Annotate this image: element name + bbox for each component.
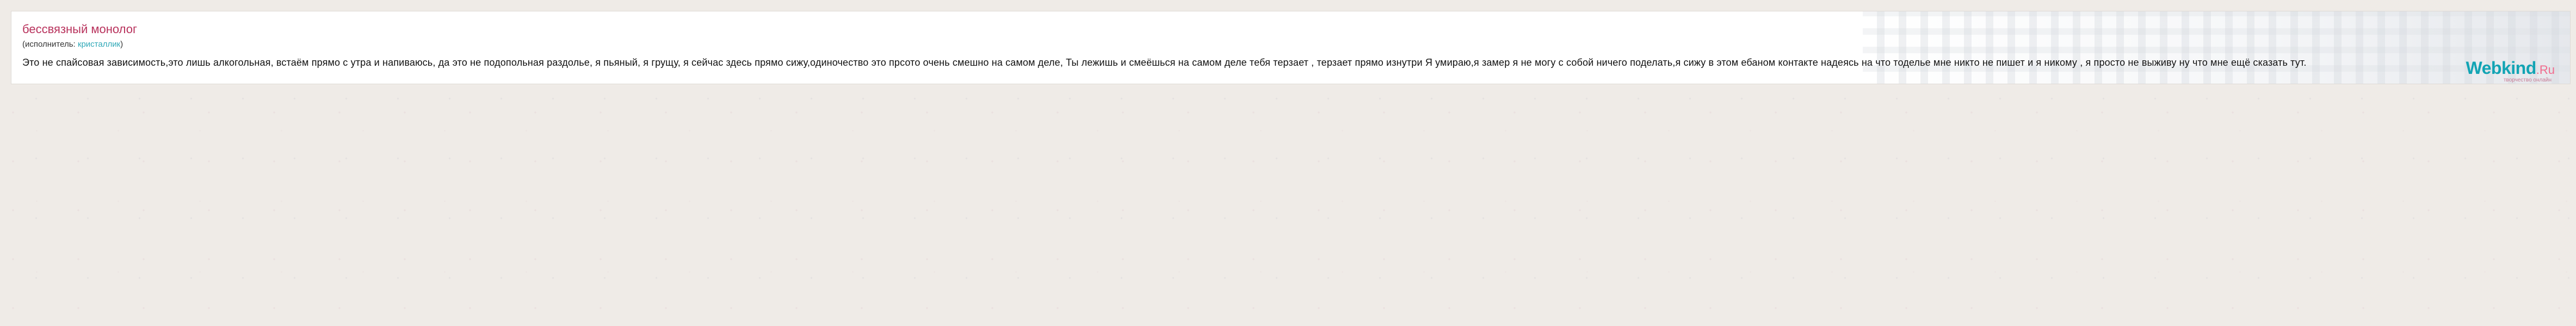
post-panel: бессвязный монолог (исполнитель: кристал… [11,11,2571,84]
brand-tagline: творчество онлайн [2503,77,2552,83]
panel-decoration [1863,11,2570,84]
site-logo[interactable]: Webkind.Ru творчество онлайн [2466,59,2555,83]
site-logo-wordmark: Webkind.Ru [2466,59,2555,77]
performer-suffix: ) [120,40,123,49]
post-title: бессвязный монолог [22,22,137,36]
brand-name: Webkind [2466,58,2537,78]
performer-link[interactable]: кристаллик [78,40,120,49]
brand-suffix: .Ru [2536,63,2555,77]
performer-line: (исполнитель: кристаллик) [22,40,123,49]
performer-prefix: (исполнитель: [22,40,78,49]
post-body: Это не спайсовая зависимость,это лишь ал… [22,57,2307,68]
